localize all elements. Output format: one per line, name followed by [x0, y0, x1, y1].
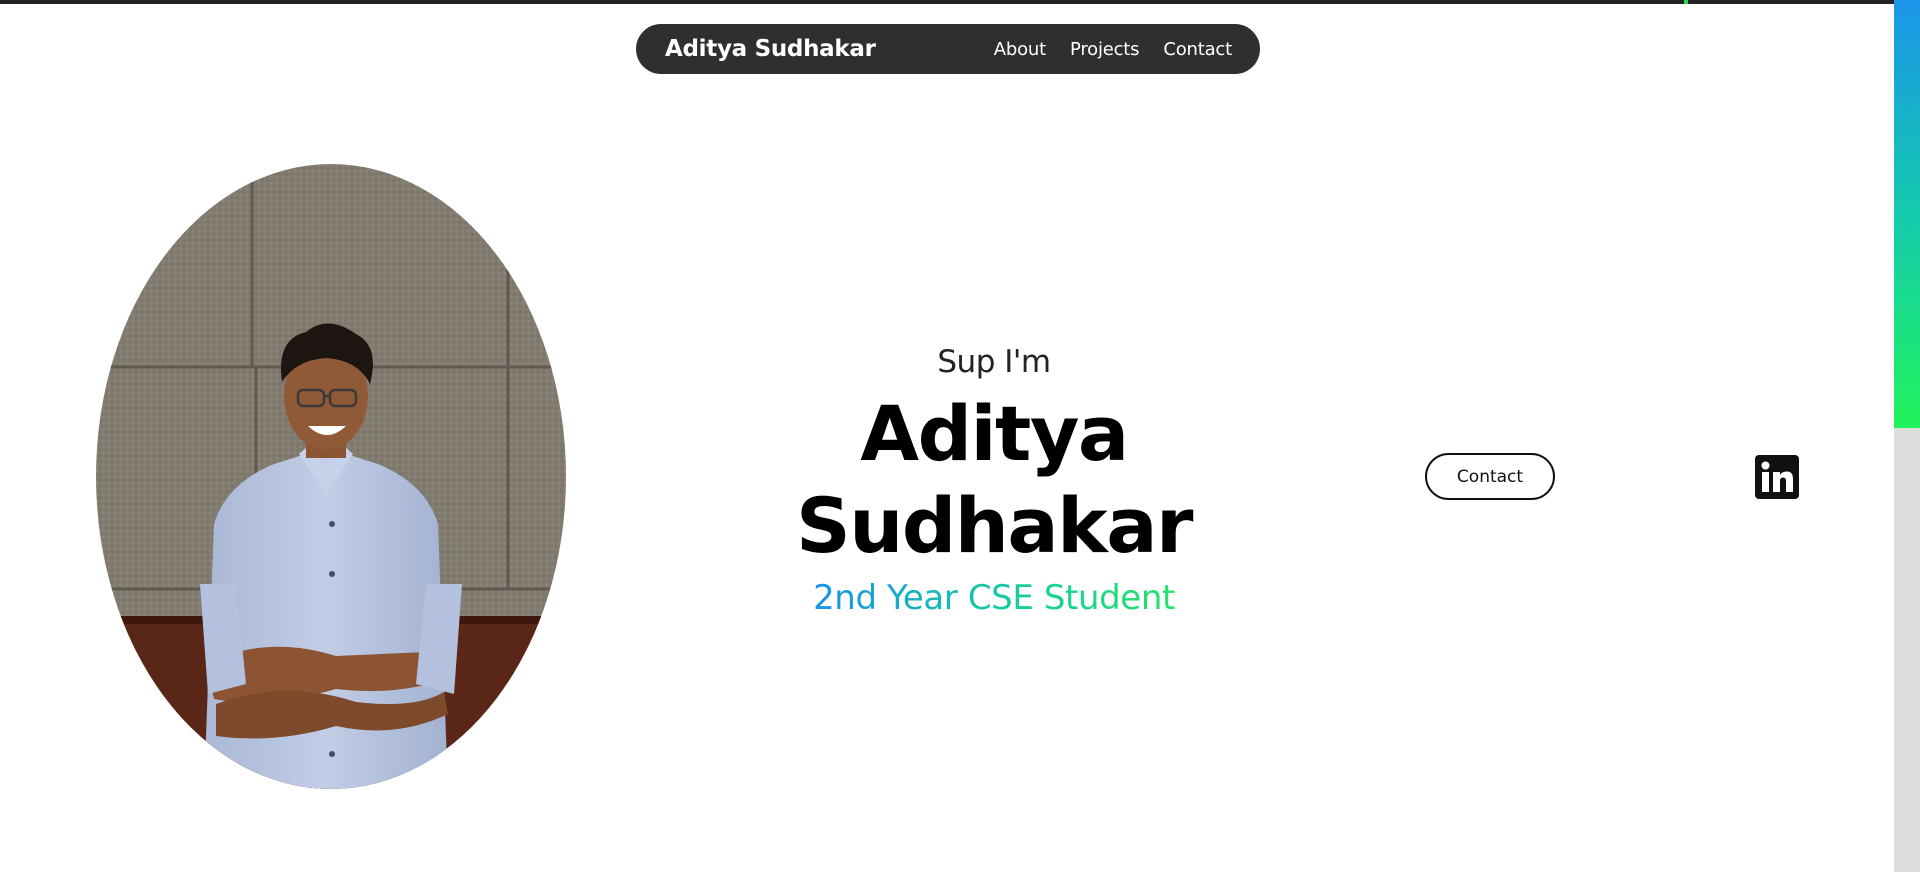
- linkedin-icon[interactable]: [1755, 455, 1799, 499]
- page-scrollbar[interactable]: [1894, 0, 1920, 872]
- hero-subtitle: 2nd Year CSE Student: [813, 578, 1175, 618]
- nav-links: About Projects Contact: [994, 24, 1232, 74]
- scrollbar-thumb[interactable]: [1894, 0, 1920, 428]
- nav-link-projects[interactable]: Projects: [1070, 39, 1140, 60]
- top-border-accent: [1684, 0, 1688, 4]
- contact-button[interactable]: Contact: [1425, 453, 1555, 500]
- portrait-photo: [96, 164, 566, 789]
- hero-name-line2: Sudhakar: [796, 481, 1193, 570]
- hero-section: Sup I'm Aditya Sudhakar 2nd Year CSE Stu…: [794, 336, 1194, 620]
- nav-link-contact[interactable]: Contact: [1163, 39, 1232, 60]
- nav-link-about[interactable]: About: [994, 39, 1046, 60]
- navbar: Aditya Sudhakar About Projects Contact: [636, 24, 1260, 74]
- hero-name-line1: Aditya: [860, 389, 1129, 478]
- hero-greeting: Sup I'm: [937, 344, 1051, 380]
- top-border: [0, 0, 1894, 4]
- nav-brand[interactable]: Aditya Sudhakar: [665, 24, 876, 74]
